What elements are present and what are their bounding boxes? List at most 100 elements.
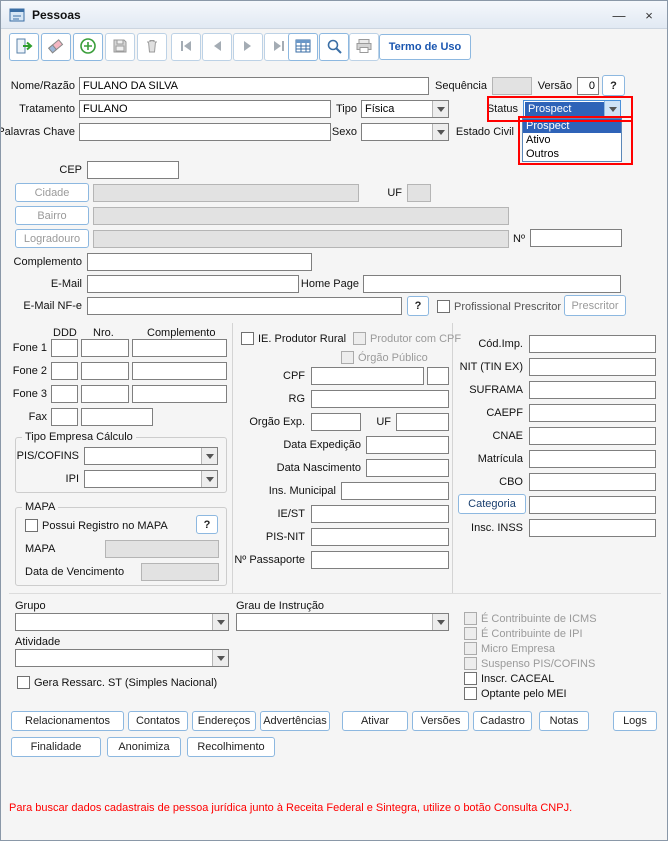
chevron-down-icon[interactable] <box>432 101 448 117</box>
clear-button[interactable] <box>41 33 71 61</box>
chevron-down-icon[interactable] <box>212 650 228 666</box>
possui-registro-mapa-checkbox[interactable] <box>25 519 38 532</box>
next-record-button[interactable] <box>233 33 263 61</box>
first-record-button[interactable] <box>171 33 201 61</box>
ativar-button[interactable]: Ativar <box>342 711 408 731</box>
prescritor-button[interactable]: Prescritor <box>564 295 626 316</box>
versao-field[interactable] <box>577 77 599 95</box>
inscr-caceal-checkbox[interactable] <box>464 672 477 685</box>
versoes-button[interactable]: Versões <box>412 711 469 731</box>
status-option[interactable]: Ativo <box>523 133 621 147</box>
print-button[interactable] <box>349 33 379 61</box>
status-select[interactable]: Prospect <box>523 100 621 118</box>
fone2-ddd-field[interactable] <box>51 362 78 380</box>
help-button[interactable]: ? <box>602 75 625 96</box>
logradouro-button[interactable]: Logradouro <box>15 229 89 248</box>
status-option[interactable]: Prospect <box>523 119 621 133</box>
delete-button[interactable] <box>137 33 167 61</box>
matricula-field[interactable] <box>529 450 656 468</box>
email-nfe-field[interactable] <box>87 297 402 315</box>
finalidade-button[interactable]: Finalidade <box>11 737 101 757</box>
contatos-button[interactable]: Contatos <box>128 711 188 731</box>
nome-razao-field[interactable] <box>79 77 429 95</box>
logs-button[interactable]: Logs <box>613 711 657 731</box>
chevron-down-icon[interactable] <box>432 614 448 630</box>
help-button[interactable]: ? <box>407 296 429 316</box>
chevron-down-icon[interactable] <box>212 614 228 630</box>
optante-mei-checkbox[interactable] <box>464 687 477 700</box>
gera-ressarc-checkbox[interactable] <box>17 676 30 689</box>
atividade-select[interactable] <box>15 649 229 667</box>
fone1-nro-field[interactable] <box>81 339 129 357</box>
chevron-down-icon[interactable] <box>432 124 448 140</box>
orgao-exp-field[interactable] <box>311 413 361 431</box>
advertencias-button[interactable]: Advertências <box>260 711 330 731</box>
close-button[interactable]: × <box>635 4 663 26</box>
cbo-field[interactable] <box>529 473 656 491</box>
ie-produtor-rural-checkbox[interactable] <box>241 332 254 345</box>
email-field[interactable] <box>87 275 299 293</box>
numero-field[interactable] <box>530 229 622 247</box>
cep-field[interactable] <box>87 161 179 179</box>
fone2-complemento-field[interactable] <box>132 362 227 380</box>
minimize-button[interactable]: — <box>605 4 633 26</box>
categoria-field[interactable] <box>529 496 656 514</box>
anonimiza-button[interactable]: Anonimiza <box>107 737 181 757</box>
previous-record-button[interactable] <box>202 33 232 61</box>
grupo-select[interactable] <box>15 613 229 631</box>
data-nascimento-field[interactable] <box>366 459 449 477</box>
bairro-button[interactable]: Bairro <box>15 206 89 225</box>
cpf-extra-field[interactable] <box>427 367 449 385</box>
ins-municipal-field[interactable] <box>341 482 449 500</box>
nit-field[interactable] <box>529 358 656 376</box>
fone1-complemento-field[interactable] <box>132 339 227 357</box>
cidade-button[interactable]: Cidade <box>15 183 89 202</box>
categoria-button[interactable]: Categoria <box>458 494 526 514</box>
tipo-select[interactable]: Física <box>361 100 449 118</box>
sexo-select[interactable] <box>361 123 449 141</box>
pis-cofins-select[interactable] <box>84 447 218 465</box>
cnae-field[interactable] <box>529 427 656 445</box>
data-expedicao-field[interactable] <box>366 436 449 454</box>
ipi-select[interactable] <box>84 470 218 488</box>
chevron-down-icon[interactable] <box>201 471 217 487</box>
insc-inss-field[interactable] <box>529 519 656 537</box>
add-button[interactable] <box>73 33 103 61</box>
caepf-field[interactable] <box>529 404 656 422</box>
palavras-chave-field[interactable] <box>79 123 331 141</box>
ie-st-field[interactable] <box>311 505 449 523</box>
cpf-field[interactable] <box>311 367 424 385</box>
fax-nro-field[interactable] <box>81 408 153 426</box>
chevron-down-icon[interactable] <box>201 448 217 464</box>
search-button[interactable] <box>319 33 349 61</box>
cadastro-button[interactable]: Cadastro <box>473 711 532 731</box>
notas-button[interactable]: Notas <box>539 711 589 731</box>
docs-uf-field[interactable] <box>396 413 449 431</box>
exit-button[interactable] <box>9 33 39 61</box>
tratamento-field[interactable] <box>79 100 331 118</box>
grid-view-button[interactable] <box>288 33 318 61</box>
profissional-prescritor-checkbox[interactable] <box>437 300 450 313</box>
passaporte-field[interactable] <box>311 551 449 569</box>
termo-de-uso-button[interactable]: Termo de Uso <box>379 34 471 60</box>
fone3-ddd-field[interactable] <box>51 385 78 403</box>
fone3-nro-field[interactable] <box>81 385 129 403</box>
cod-imp-field[interactable] <box>529 335 656 353</box>
homepage-field[interactable] <box>363 275 621 293</box>
pis-nit-field[interactable] <box>311 528 449 546</box>
fone2-nro-field[interactable] <box>81 362 129 380</box>
fax-ddd-field[interactable] <box>51 408 78 426</box>
save-button[interactable] <box>105 33 135 61</box>
relacionamentos-button[interactable]: Relacionamentos <box>11 711 124 731</box>
enderecos-button[interactable]: Endereços <box>192 711 256 731</box>
chevron-down-icon[interactable] <box>604 101 620 117</box>
grau-instrucao-select[interactable] <box>236 613 449 631</box>
fone1-ddd-field[interactable] <box>51 339 78 357</box>
recolhimento-button[interactable]: Recolhimento <box>187 737 275 757</box>
help-button[interactable]: ? <box>196 515 218 534</box>
fone3-complemento-field[interactable] <box>132 385 227 403</box>
status-option[interactable]: Outros <box>523 147 621 161</box>
complemento-field[interactable] <box>87 253 312 271</box>
rg-field[interactable] <box>311 390 449 408</box>
suframa-field[interactable] <box>529 381 656 399</box>
